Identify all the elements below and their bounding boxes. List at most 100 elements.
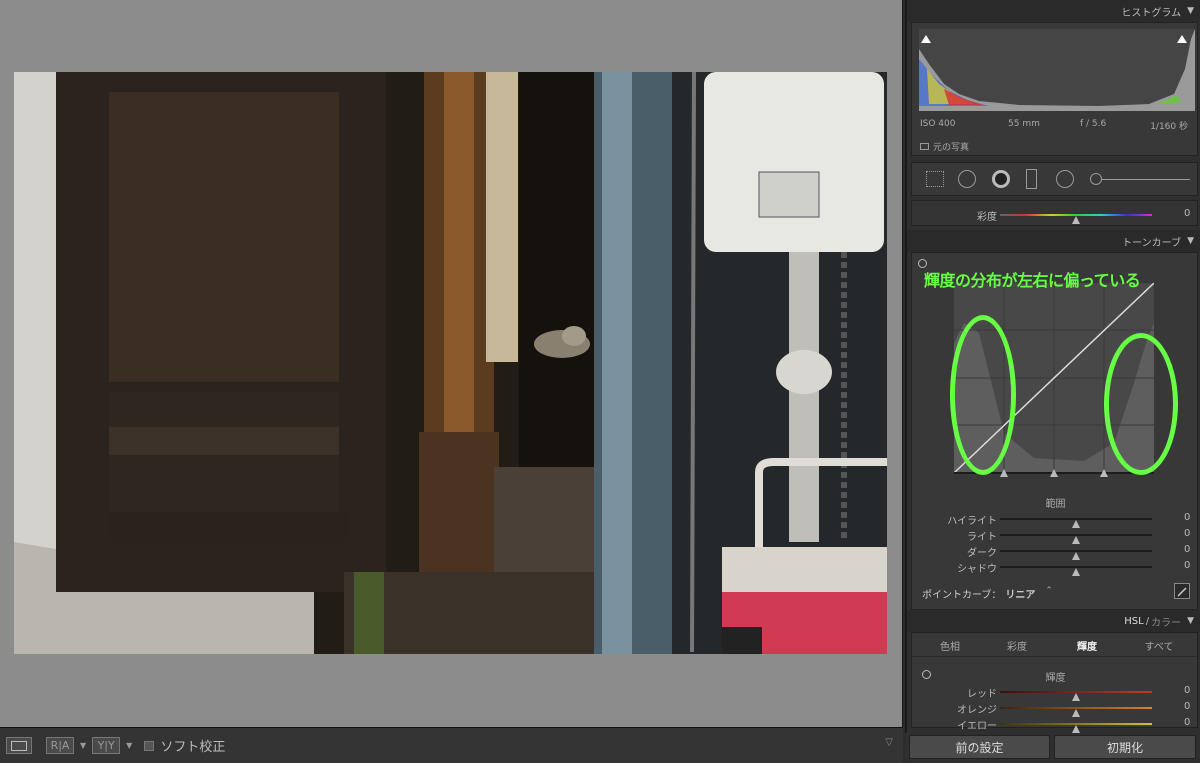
photo-preview[interactable] — [14, 72, 887, 654]
point-curve-edit-icon[interactable] — [1174, 583, 1190, 599]
compare-before-after-button[interactable]: R|A — [46, 737, 74, 754]
annotation-ellipse-right — [1104, 333, 1178, 475]
histogram-graph[interactable] — [919, 29, 1195, 111]
bottom-buttons: 前の設定 初期化 — [905, 733, 1200, 763]
orange-luminance-slider[interactable]: オレンジ 0 — [912, 701, 1199, 717]
saturation-value: 0 — [1184, 208, 1191, 219]
point-curve-label: ポイントカーブ： — [922, 590, 1002, 601]
histogram-title: ヒストグラム — [1121, 7, 1182, 19]
darks-knob[interactable] — [1072, 552, 1080, 560]
collapse-triangle-icon[interactable]: ▼ — [1187, 6, 1194, 16]
orange-track[interactable] — [1000, 707, 1152, 717]
orange-label: オレンジ — [957, 705, 997, 716]
annotation-text: 輝度の分布が左右に偏っている — [924, 271, 1141, 290]
lights-value: 0 — [1184, 528, 1191, 539]
split-point-3-icon[interactable] — [1100, 469, 1108, 477]
red-knob[interactable] — [1072, 693, 1080, 701]
tone-curve-collapse-icon[interactable]: ▼ — [1187, 236, 1194, 246]
hsl-header[interactable]: HSL / カラー ▼ — [907, 610, 1200, 632]
hsl-panel: 色相 彩度 輝度 すべて 輝度 レッド 0 オレンジ 0 イエロー 0 — [911, 632, 1199, 733]
orange-value: 0 — [1184, 701, 1191, 712]
basic-panel-partial: 彩度 0 — [911, 200, 1198, 226]
split-point-2-icon[interactable] — [1050, 469, 1058, 477]
shadows-value: 0 — [1184, 560, 1191, 571]
point-curve-dropdown-icon[interactable]: ⌃ — [1045, 586, 1053, 601]
region-title: 範囲 — [1045, 499, 1066, 510]
annotation-ellipse-left — [950, 315, 1016, 475]
exif-focal: 55 mm — [1008, 119, 1040, 129]
compare-ra-dropdown-icon[interactable]: ▼ — [80, 741, 86, 750]
red-eye-icon[interactable] — [992, 170, 1010, 188]
original-photo-toggle[interactable]: 元の写真 — [920, 140, 969, 153]
previous-settings-button[interactable]: 前の設定 — [909, 735, 1050, 759]
tone-curve-title: トーンカーブ — [1122, 237, 1182, 249]
compare-split-button[interactable]: Y|Y — [92, 737, 121, 754]
tool-strip — [911, 162, 1198, 196]
brush-size-slider[interactable] — [1102, 179, 1190, 180]
reset-button[interactable]: 初期化 — [1054, 735, 1196, 759]
shadows-track[interactable] — [1000, 566, 1152, 576]
hsl-title[interactable]: HSL — [1124, 616, 1143, 627]
red-track[interactable] — [1000, 691, 1152, 701]
lights-track[interactable] — [1000, 534, 1152, 544]
exif-iso: ISO 400 — [920, 119, 956, 129]
yellow-label: イエロー — [957, 721, 997, 732]
tab-all[interactable]: すべて — [1124, 633, 1194, 657]
yellow-luminance-slider[interactable]: イエロー 0 — [912, 717, 1199, 733]
point-curve-row[interactable]: ポイントカーブ： リニア ⌃ — [922, 586, 1053, 601]
tab-saturation[interactable]: 彩度 — [987, 633, 1047, 657]
yellow-knob[interactable] — [1072, 725, 1080, 733]
tab-luminance[interactable]: 輝度 — [1057, 633, 1117, 657]
tone-curve-panel: 輝度の分布が左右に偏っている 範囲 ハイライト 0 ライト 0 ダーク 0 シャ… — [911, 252, 1198, 610]
main-image-area — [0, 0, 903, 727]
darks-track[interactable] — [1000, 550, 1152, 560]
exif-shutter: 1/160 秒 — [1150, 122, 1188, 132]
luminance-section-title: 輝度 — [1045, 673, 1066, 684]
yellow-track[interactable] — [1000, 723, 1152, 733]
lights-slider[interactable]: ライト 0 — [912, 528, 1199, 544]
darks-label: ダーク — [967, 548, 997, 559]
tone-curve-header[interactable]: トーンカーブ ▼ — [907, 230, 1200, 252]
darks-slider[interactable]: ダーク 0 — [912, 544, 1199, 560]
hsl-tabs: 色相 彩度 輝度 すべて — [912, 633, 1199, 657]
shadows-label: シャドウ — [957, 564, 997, 575]
original-photo-checkbox[interactable] — [920, 143, 929, 150]
split-point-1-icon[interactable] — [1000, 469, 1008, 477]
graduated-filter-icon[interactable] — [1026, 169, 1037, 189]
highlights-label: ハイライト — [947, 516, 997, 527]
tab-hue[interactable]: 色相 — [920, 633, 980, 657]
single-view-icon[interactable] — [6, 737, 32, 754]
hsl-title-separator: / — [1145, 615, 1150, 627]
shadows-slider[interactable]: シャドウ 0 — [912, 560, 1199, 576]
yellow-value: 0 — [1184, 717, 1191, 728]
original-photo-label: 元の写真 — [933, 143, 970, 153]
toolbar-menu-chevron-icon[interactable]: ▽ — [885, 737, 893, 748]
lights-knob[interactable] — [1072, 536, 1080, 544]
adjustment-brush-icon[interactable] — [1090, 173, 1102, 185]
saturation-knob[interactable] — [1072, 216, 1080, 224]
histogram-panel: ISO 400 55 mm f / 5.6 1/160 秒 元の写真 — [911, 22, 1198, 156]
shadows-knob[interactable] — [1072, 568, 1080, 576]
spot-removal-icon[interactable] — [958, 170, 976, 188]
highlights-knob[interactable] — [1072, 520, 1080, 528]
histogram-header[interactable]: ヒストグラム ▼ — [907, 0, 1200, 22]
orange-knob[interactable] — [1072, 709, 1080, 717]
lights-label: ライト — [967, 532, 997, 543]
photo-image — [14, 72, 887, 654]
saturation-track[interactable] — [1000, 214, 1152, 224]
soft-proof-checkbox[interactable] — [144, 740, 155, 751]
hsl-collapse-icon[interactable]: ▼ — [1187, 616, 1194, 626]
exif-aperture: f / 5.6 — [1080, 119, 1107, 129]
color-title[interactable]: カラー — [1151, 614, 1181, 629]
highlights-track[interactable] — [1000, 518, 1152, 528]
point-curve-value[interactable]: リニア — [1005, 586, 1035, 601]
radial-filter-icon[interactable] — [1056, 170, 1074, 188]
compare-yy-dropdown-icon[interactable]: ▼ — [126, 741, 132, 750]
soft-proof-label: ソフト校正 — [160, 740, 226, 755]
red-label: レッド — [967, 689, 997, 700]
highlights-value: 0 — [1184, 512, 1191, 523]
crop-overlay-icon[interactable] — [926, 171, 944, 187]
red-luminance-slider[interactable]: レッド 0 — [912, 685, 1199, 701]
saturation-slider[interactable]: 彩度 0 — [912, 208, 1199, 224]
highlights-slider[interactable]: ハイライト 0 — [912, 512, 1199, 528]
